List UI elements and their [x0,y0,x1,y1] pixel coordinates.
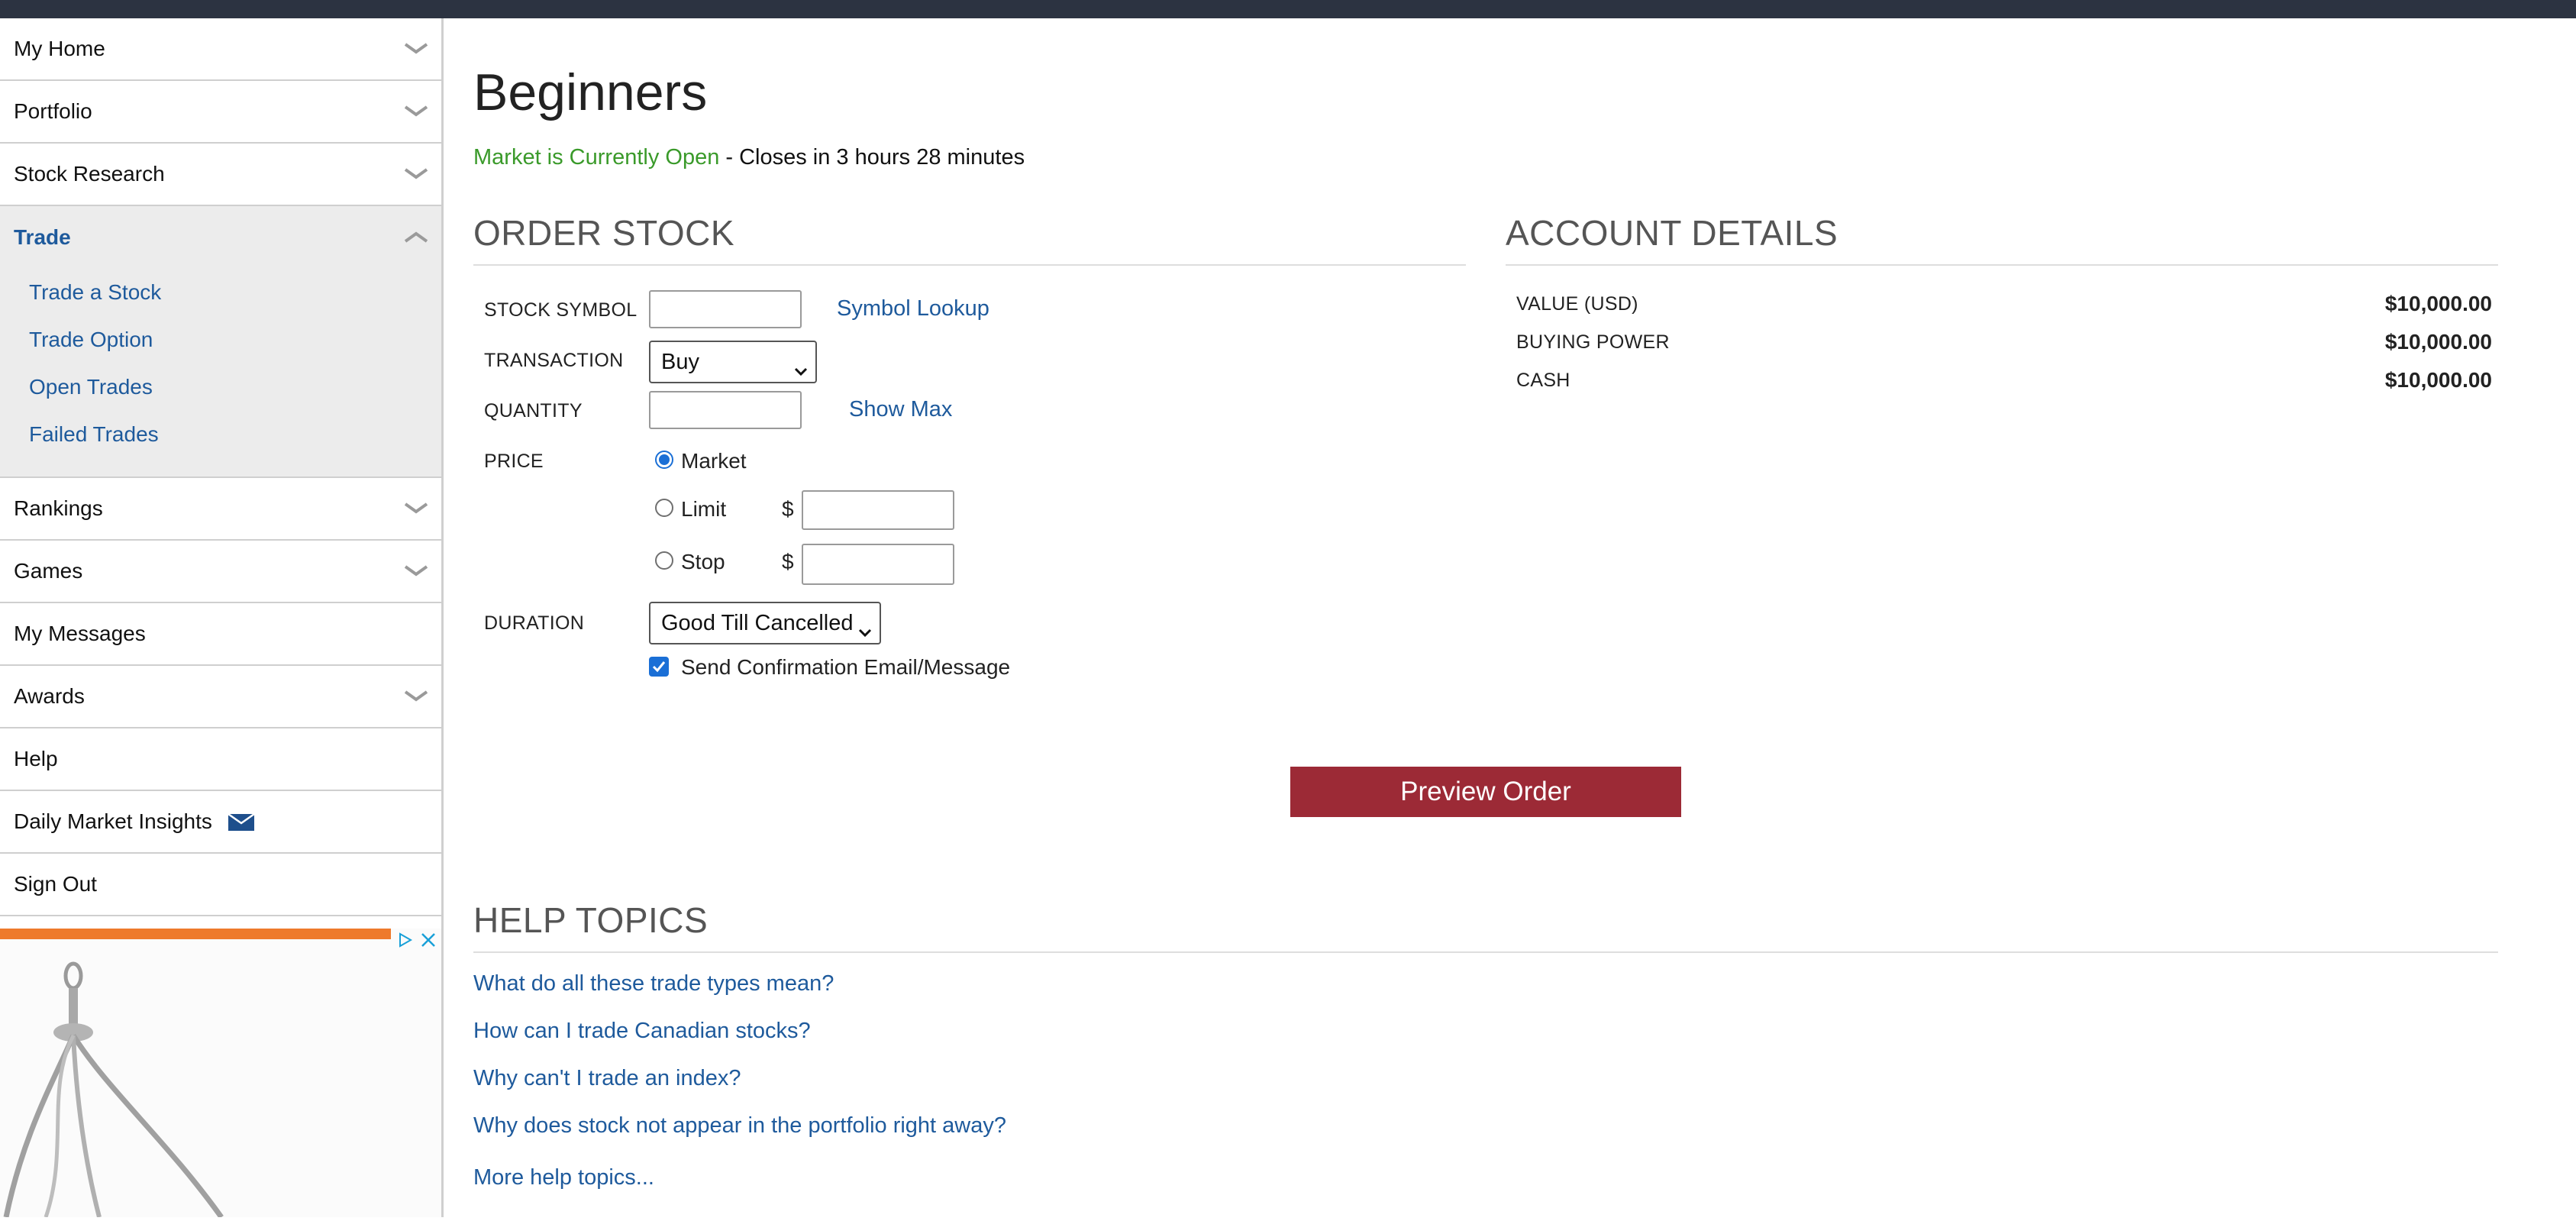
transaction-value: Buy [661,349,699,374]
price-market-radio[interactable] [655,451,673,469]
advertisement[interactable] [0,929,441,1219]
stop-currency-symbol: $ [782,550,794,573]
confirmation-checkbox[interactable] [649,657,669,677]
sidebar-item-label: Portfolio [14,99,92,123]
sidebar-item-help[interactable]: Help [0,728,441,791]
chevron-down-icon [403,38,429,57]
sidebar-subitem-open-trades[interactable]: Open Trades [0,363,441,411]
sidebar-item-label: Stock Research [14,162,165,186]
sidebar-item-stock-research[interactable]: Stock Research [0,144,441,206]
sidebar-item-label: Games [14,559,83,583]
sidebar-item-portfolio[interactable]: Portfolio [0,81,441,144]
chevron-down-icon [858,619,872,638]
help-link-trade-index[interactable]: Why can't I trade an index? [473,1066,741,1091]
duration-value: Good Till Cancelled [661,610,854,635]
sidebar-item-rankings[interactable]: Rankings [0,478,441,541]
stock-symbol-input[interactable] [649,290,802,328]
account-value-amount: $10,000.00 [2384,292,2492,315]
sidebar-item-awards[interactable]: Awards [0,666,441,728]
chandelier-image [0,959,237,1219]
trade-submenu: Trade a Stock Trade Option Open Trades F… [0,269,441,476]
confirmation-label: Send Confirmation Email/Message [681,655,1011,679]
help-link-trade-types[interactable]: What do all these trade types mean? [473,971,834,997]
ad-top-bar [0,929,391,939]
page-title: Beginners [473,63,708,121]
chevron-down-icon [403,101,429,119]
price-limit-label: Limit [681,497,727,521]
chevron-down-icon [403,560,429,579]
cash-amount: $10,000.00 [2384,368,2492,392]
price-market-label: Market [681,449,747,473]
market-status: Market is Currently Open - Closes in 3 h… [473,145,1025,170]
price-limit-radio[interactable] [655,499,673,517]
mail-icon [228,812,255,831]
ad-choices-icon[interactable] [397,932,414,948]
quantity-label: QUANTITY [484,400,583,422]
chevron-down-icon [403,686,429,704]
limit-price-input[interactable] [802,490,954,530]
sidebar-item-label: My Home [14,37,105,60]
sidebar-item-sign-out[interactable]: Sign Out [0,854,441,916]
help-link-canadian-stocks[interactable]: How can I trade Canadian stocks? [473,1019,811,1044]
sidebar-item-my-messages[interactable]: My Messages [0,603,441,666]
close-icon[interactable] [418,930,438,950]
order-stock-heading: ORDER STOCK [473,213,735,253]
market-open-status: Market is Currently Open [473,145,720,170]
sidebar-item-label: Daily Market Insights [14,809,212,833]
sidebar-item-label: Trade [14,225,71,249]
chevron-down-icon [403,163,429,182]
divider [473,951,2498,953]
cash-label: CASH [1516,370,1570,391]
chevron-down-icon [403,498,429,516]
sidebar-item-label: Help [14,747,58,770]
sidebar-item-daily-market-insights[interactable]: Daily Market Insights [0,791,441,854]
market-close-time: - Closes in 3 hours 28 minutes [719,145,1025,170]
divider [1506,264,2498,266]
sidebar-subitem-trade-a-stock[interactable]: Trade a Stock [0,269,441,316]
stock-symbol-label: STOCK SYMBOL [484,299,638,321]
sidebar-item-games[interactable]: Games [0,541,441,603]
chevron-up-icon [403,228,429,246]
price-label: PRICE [484,451,544,472]
account-value-label: VALUE (USD) [1516,293,1638,315]
sidebar-item-trade[interactable]: Trade [0,206,441,269]
help-topics-heading: HELP TOPICS [473,900,709,940]
stop-price-input[interactable] [802,544,954,585]
chevron-down-icon [794,357,808,376]
preview-order-button[interactable]: Preview Order [1290,767,1681,817]
price-stop-radio[interactable] [655,551,673,570]
show-max-link[interactable]: Show Max [849,397,952,422]
duration-label: DURATION [484,612,585,634]
quantity-input[interactable] [649,391,802,429]
sidebar-item-label: Rankings [14,496,103,520]
sidebar-subitem-trade-option[interactable]: Trade Option [0,316,441,363]
transaction-label: TRANSACTION [484,350,624,371]
price-stop-label: Stop [681,550,725,573]
transaction-select[interactable]: Buy [649,341,817,383]
sidebar-item-label: Awards [14,684,85,708]
divider [473,264,1466,266]
top-bar [0,0,2576,18]
limit-currency-symbol: $ [782,497,794,521]
sidebar-item-my-home[interactable]: My Home [0,18,441,81]
buying-power-label: BUYING POWER [1516,331,1670,353]
buying-power-amount: $10,000.00 [2384,330,2492,354]
sidebar-item-label: My Messages [14,622,146,645]
sidebar-section-trade: Trade Trade a Stock Trade Option Open Tr… [0,206,441,478]
account-details-heading: ACCOUNT DETAILS [1506,213,1838,253]
more-help-topics-link[interactable]: More help topics... [473,1165,654,1190]
help-link-portfolio-delay[interactable]: Why does stock not appear in the portfol… [473,1113,1006,1139]
duration-select[interactable]: Good Till Cancelled [649,602,881,644]
sidebar-item-label: Sign Out [14,872,97,896]
sidebar-subitem-failed-trades[interactable]: Failed Trades [0,411,441,458]
symbol-lookup-link[interactable]: Symbol Lookup [837,296,989,321]
